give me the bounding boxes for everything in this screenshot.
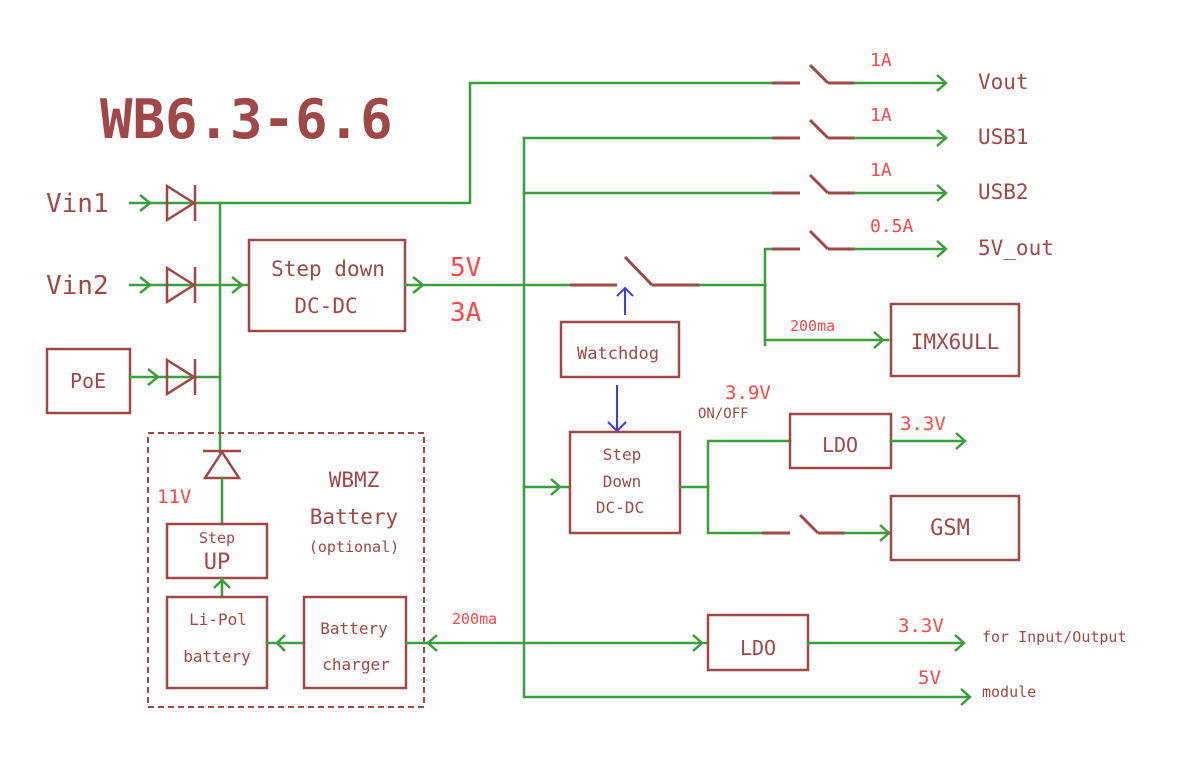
- watchdog-label: Watchdog: [577, 344, 659, 364]
- battery-voltage: 11V: [157, 486, 191, 508]
- lipol-line2: battery: [183, 647, 251, 666]
- poe-label: PoE: [70, 369, 106, 393]
- step-up-line2: UP: [204, 550, 231, 575]
- io-rail-voltage: 3.3V: [898, 615, 944, 637]
- vin2-label: Vin2: [46, 271, 109, 301]
- diagram-title: WB6.3-6.6: [100, 88, 393, 151]
- module-rail-voltage: 5V: [918, 667, 941, 689]
- 5v-out-limit: 0.5A: [870, 216, 914, 237]
- usb2-limit: 1A: [870, 160, 892, 181]
- output-vout: [772, 63, 948, 92]
- battery-charger-block: [302, 595, 408, 690]
- module-rail-label: module: [982, 683, 1036, 701]
- charger-line1: Battery: [320, 619, 388, 638]
- step-down-gsm-line1: Step: [603, 445, 642, 464]
- output-usb2: [772, 173, 948, 202]
- usb2-label: USB2: [978, 180, 1029, 204]
- ldo-gsm-output-voltage: 3.3V: [900, 413, 946, 435]
- gsm-rail-control: ON/OFF: [698, 406, 749, 422]
- io-rail-label: for Input/Output: [982, 628, 1127, 646]
- vout-limit: 1A: [870, 50, 892, 71]
- battery-module-title: WBMZ: [329, 468, 380, 492]
- vout-label: Vout: [978, 70, 1029, 94]
- output-5v-out: [772, 229, 948, 258]
- lipol-line1: Li-Pol: [189, 610, 247, 629]
- imx-current-label: 200ma: [790, 317, 835, 335]
- step-up-line1: Step: [199, 529, 235, 547]
- battery-module-note: (optional): [309, 538, 399, 556]
- output-usb1: [772, 118, 948, 147]
- main-voltage-label: 5V: [450, 253, 481, 283]
- gsm-power-switch: [762, 513, 845, 535]
- step-down-main-line1: Step down: [271, 257, 385, 281]
- step-down-gsm-line2: Down: [603, 472, 642, 491]
- vin1-label: Vin1: [46, 189, 109, 219]
- charger-line2: charger: [322, 655, 390, 674]
- battery-module-subtitle: Battery: [310, 505, 399, 529]
- 5v-out-label: 5V_out: [978, 236, 1054, 260]
- gsm-rail-voltage: 3.9V: [725, 382, 771, 404]
- step-down-main-line2: DC-DC: [294, 294, 357, 318]
- power-diagram: WB6.3-6.6 Vin1 Vin2 PoE Step down DC-DC …: [45, 50, 1127, 708]
- usb1-label: USB1: [978, 125, 1029, 149]
- io-rail-current: 200ma: [452, 610, 497, 628]
- imx-label: IMX6ULL: [911, 330, 1000, 354]
- diode-icon: [202, 449, 242, 480]
- gsm-label: GSM: [930, 516, 970, 541]
- step-down-gsm-line3: DC-DC: [596, 498, 644, 517]
- main-current-label: 3A: [450, 298, 482, 328]
- ldo-gsm-label: LDO: [822, 433, 858, 457]
- usb1-limit: 1A: [870, 105, 892, 126]
- ldo-io-label: LDO: [740, 636, 776, 660]
